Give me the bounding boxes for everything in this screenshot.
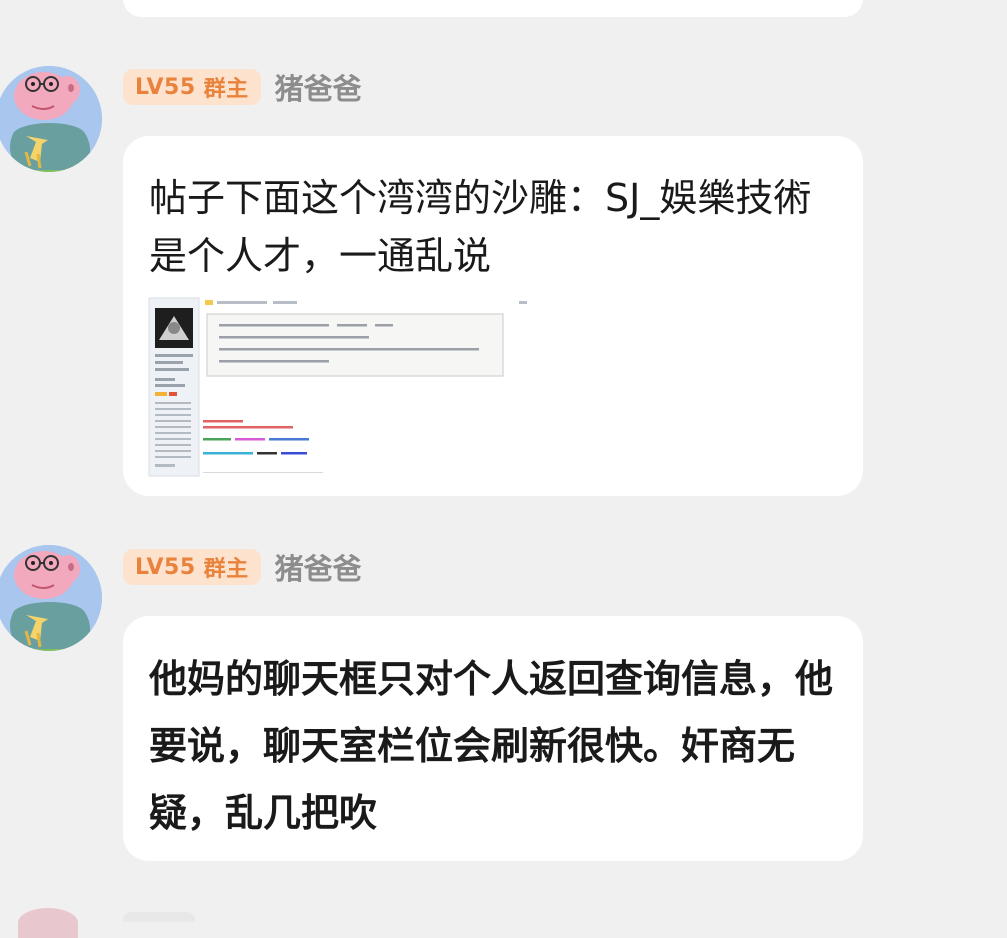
- screenshot-image[interactable]: [147, 296, 543, 479]
- level-badge: LV55 群主: [123, 69, 261, 105]
- previous-message-bubble: [123, 0, 863, 17]
- role-label: 群主: [203, 557, 249, 582]
- message-bubble[interactable]: 他妈的聊天框只对个人返回查询信息，他要说，聊天室栏位会刷新很快。奸商无疑，乱几把…: [123, 616, 863, 861]
- message-bubble[interactable]: 帖子下面这个湾湾的沙雕：SJ_娛樂技術 是个人才，一通乱说: [123, 136, 863, 496]
- avatar[interactable]: [0, 545, 102, 651]
- username[interactable]: 猪爸爸: [275, 66, 362, 108]
- message-text: 帖子下面这个湾湾的沙雕：SJ_娛樂技術 是个人才，一通乱说: [149, 176, 812, 278]
- level-badge: LV55 群主: [123, 549, 261, 585]
- message-header: LV55 群主 猪爸爸: [123, 546, 362, 588]
- message-header: LV55 群主 猪爸爸: [123, 66, 362, 108]
- avatar[interactable]: [0, 66, 102, 172]
- peppa-pig-dad-avatar-icon: [0, 66, 102, 172]
- peppa-pig-dad-avatar-icon: [0, 545, 102, 651]
- role-label: 群主: [203, 77, 249, 102]
- username[interactable]: 猪爸爸: [275, 546, 362, 588]
- forum-screenshot-icon: [147, 296, 543, 479]
- level-label: LV55: [135, 74, 196, 100]
- level-label: LV55: [135, 554, 196, 580]
- message-text: 他妈的聊天框只对个人返回查询信息，他要说，聊天室栏位会刷新很快。奸商无疑，乱几把…: [149, 657, 834, 835]
- level-badge: [123, 912, 195, 922]
- avatar[interactable]: [18, 908, 78, 938]
